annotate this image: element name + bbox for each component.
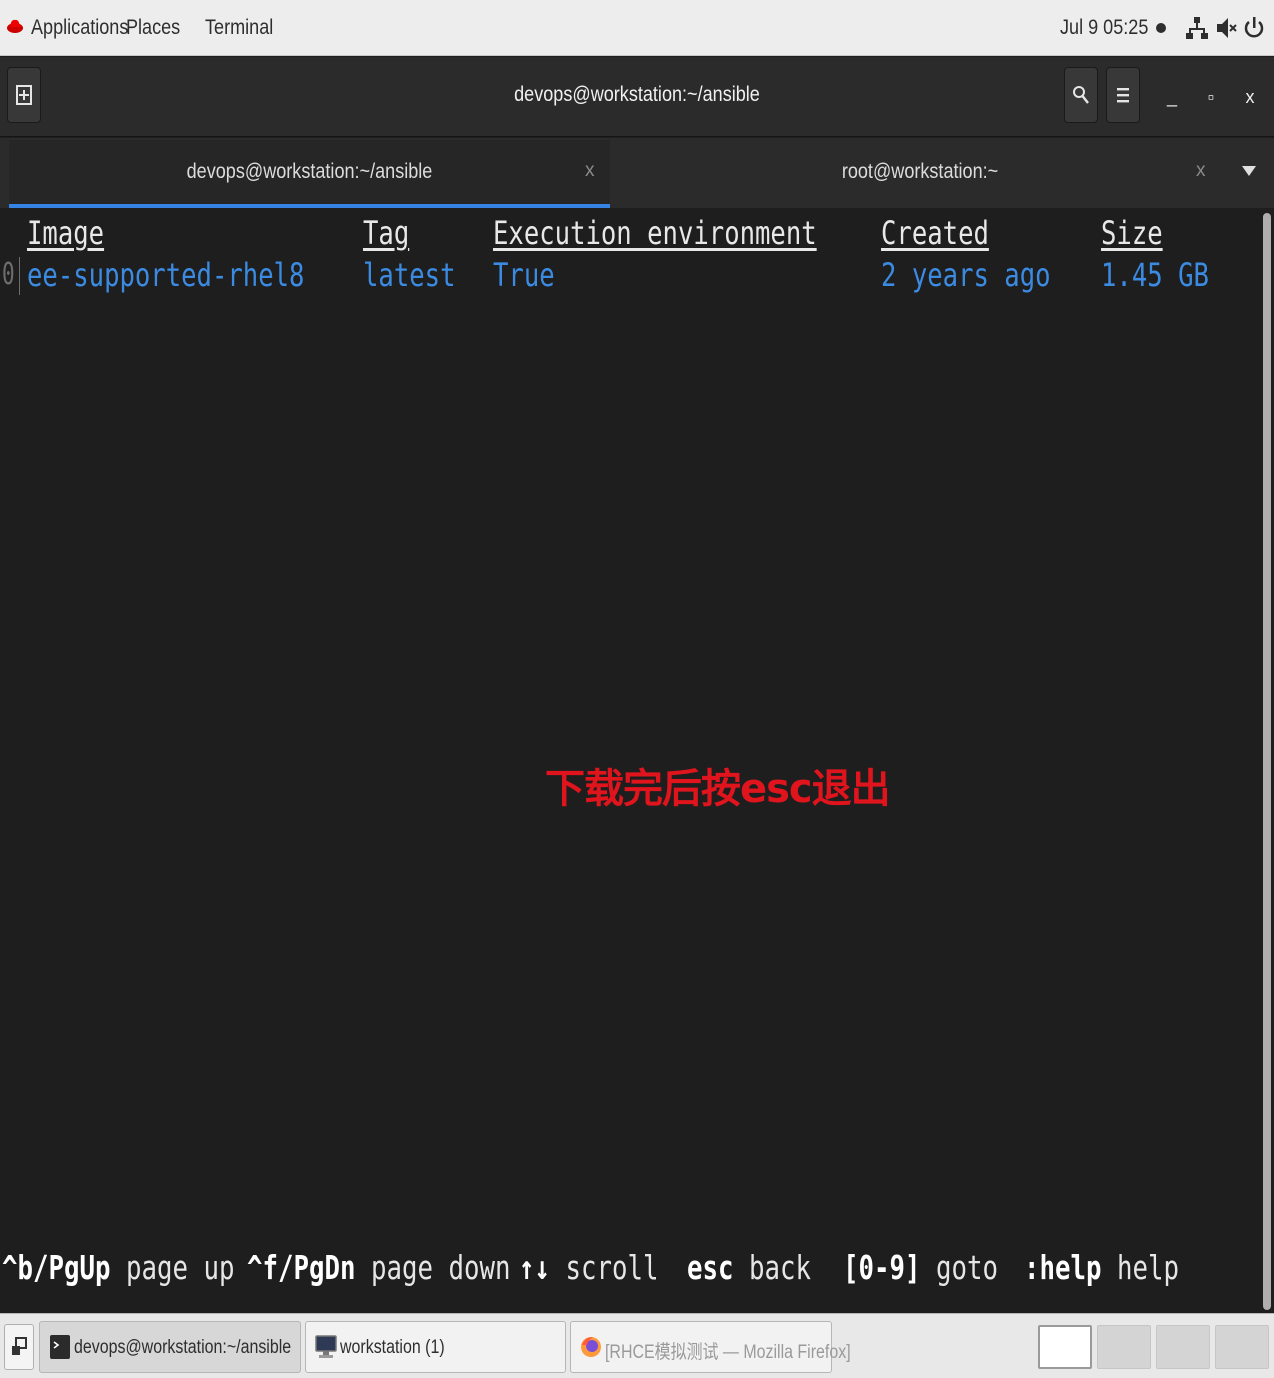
workspace-4[interactable] bbox=[1215, 1325, 1269, 1369]
column-header-tag: Tag bbox=[363, 214, 410, 252]
row-index: 0 bbox=[2, 257, 15, 292]
taskbar-window-devops-terminal[interactable]: devops@workstation:~/ansible bbox=[39, 1321, 301, 1373]
tab-close-icon[interactable]: x bbox=[1196, 160, 1206, 182]
cell-image[interactable]: ee-supported-rhel8 bbox=[27, 256, 304, 294]
footer-scroll: ↑↓ scroll bbox=[519, 1248, 659, 1287]
column-header-created: Created bbox=[881, 214, 989, 252]
footer-page-down: ^f/PgDn page down bbox=[247, 1248, 511, 1287]
footer-help: :help help bbox=[1024, 1248, 1179, 1287]
footer-goto: [0-9] goto bbox=[843, 1248, 998, 1287]
cell-tag: latest bbox=[363, 256, 456, 294]
footer-page-up: ^b/PgUp page up bbox=[2, 1248, 235, 1287]
notification-dot bbox=[1156, 23, 1166, 33]
show-desktop-icon bbox=[12, 1337, 27, 1355]
network-icon[interactable] bbox=[1186, 15, 1208, 41]
virtual-machine-icon bbox=[315, 1335, 337, 1358]
window-title: devops@workstation:~/ansible bbox=[514, 83, 760, 106]
cell-execution-environment: True bbox=[493, 256, 555, 294]
tab-list-dropdown-icon[interactable] bbox=[1242, 166, 1256, 176]
row-divider bbox=[19, 257, 20, 295]
tab-close-icon[interactable]: x bbox=[585, 160, 595, 182]
window-list-taskbar: devops@workstation:~/ansible workstation… bbox=[0, 1313, 1274, 1378]
column-header-size: Size bbox=[1101, 214, 1163, 252]
close-button[interactable]: x bbox=[1238, 83, 1262, 111]
terminal-content[interactable]: Image Tag Execution environment Created … bbox=[0, 208, 1274, 1313]
firefox-icon bbox=[581, 1337, 601, 1357]
terminal-headerbar: devops@workstation:~/ansible _ ▫ x bbox=[0, 57, 1274, 137]
tab-devops-ansible[interactable]: devops@workstation:~/ansible x bbox=[9, 140, 610, 208]
column-header-image: Image bbox=[27, 214, 105, 252]
tab-bar: devops@workstation:~/ansible x root@work… bbox=[0, 138, 1274, 208]
annotation-text: 下载完后按esc退出 bbox=[545, 766, 891, 812]
new-tab-icon bbox=[16, 85, 32, 105]
volume-muted-icon[interactable] bbox=[1215, 15, 1237, 41]
terminal-icon bbox=[50, 1335, 70, 1359]
key-help-footer: ^b/PgUp page up ^f/PgDn page down ↑↓ scr… bbox=[0, 1246, 1250, 1290]
clock[interactable]: Jul 9 05:25 bbox=[1060, 16, 1148, 40]
search-button[interactable] bbox=[1064, 67, 1098, 123]
workspace-2[interactable] bbox=[1097, 1325, 1151, 1369]
tab-root-workstation[interactable]: root@workstation:~ x bbox=[614, 140, 1226, 208]
footer-back: esc back bbox=[687, 1248, 811, 1287]
workspace-3[interactable] bbox=[1156, 1325, 1210, 1369]
power-icon[interactable] bbox=[1243, 15, 1265, 41]
hamburger-icon bbox=[1117, 88, 1129, 103]
taskbar-window-firefox[interactable]: [RHCE模拟测试 — Mozilla Firefox] bbox=[570, 1321, 851, 1373]
taskbar-window-label: [RHCE模拟测试 — Mozilla Firefox] bbox=[605, 1342, 851, 1363]
cell-created: 2 years ago bbox=[881, 256, 1051, 294]
taskbar-window-label: workstation (1) bbox=[340, 1337, 445, 1358]
column-header-execution-environment: Execution environment bbox=[493, 214, 817, 252]
scrollbar[interactable] bbox=[1263, 213, 1271, 1310]
new-tab-button[interactable] bbox=[7, 67, 41, 123]
terminal-app-menu[interactable]: Terminal bbox=[205, 16, 273, 40]
workspace-1[interactable] bbox=[1038, 1325, 1092, 1369]
tab-label: devops@workstation:~/ansible bbox=[186, 160, 433, 183]
redhat-logo-icon bbox=[7, 19, 23, 33]
taskbar-window-workstation[interactable]: workstation (1) bbox=[305, 1321, 566, 1373]
maximize-button[interactable]: ▫ bbox=[1199, 83, 1223, 111]
show-desktop-button[interactable] bbox=[4, 1324, 34, 1370]
applications-menu[interactable]: Applications bbox=[31, 16, 128, 40]
gnome-top-bar: Applications Places Terminal Jul 9 05:25 bbox=[0, 0, 1274, 56]
taskbar-window-label: devops@workstation:~/ansible bbox=[74, 1337, 292, 1358]
cell-size: 1.45 GB bbox=[1101, 256, 1209, 294]
hamburger-menu-button[interactable] bbox=[1106, 67, 1140, 123]
search-icon bbox=[1073, 86, 1089, 104]
places-menu[interactable]: Places bbox=[126, 16, 180, 40]
tab-label: root@workstation:~ bbox=[841, 160, 999, 183]
minimize-button[interactable]: _ bbox=[1160, 83, 1184, 111]
